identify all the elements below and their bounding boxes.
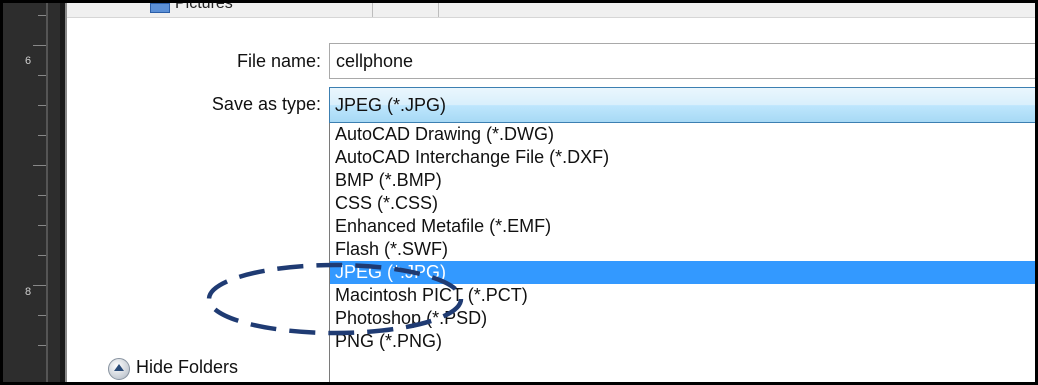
screenshot-frame: 6 8 Pictures File name: cellphone Save a… bbox=[3, 3, 1035, 382]
dropdown-option[interactable]: Enhanced Metafile (*.EMF) bbox=[330, 215, 1035, 238]
file-name-label: File name: bbox=[236, 51, 321, 71]
folder-icon bbox=[150, 3, 170, 13]
dropdown-option[interactable]: Photoshop (*.PSD) bbox=[330, 307, 1035, 330]
save-as-type-select[interactable]: JPEG (*.JPG) bbox=[329, 87, 1035, 123]
dropdown-option[interactable]: BMP (*.BMP) bbox=[330, 169, 1035, 192]
dropdown-option[interactable]: AutoCAD Drawing (*.DWG) bbox=[330, 123, 1035, 146]
dropdown-option[interactable]: JPEG (*.JPG) bbox=[330, 261, 1035, 284]
folder-label[interactable]: Pictures bbox=[175, 3, 233, 13]
ruler-mark: 8 bbox=[25, 286, 32, 298]
up-arrow-icon bbox=[108, 358, 130, 380]
file-name-input[interactable]: cellphone bbox=[329, 43, 1035, 79]
ruler-mark: 6 bbox=[25, 55, 32, 67]
vertical-ruler: 6 8 bbox=[3, 3, 65, 382]
save-as-type-label: Save as type: bbox=[211, 94, 321, 114]
dropdown-option[interactable]: CSS (*.CSS) bbox=[330, 192, 1035, 215]
dropdown-option[interactable]: Flash (*.SWF) bbox=[330, 238, 1035, 261]
file-type-dropdown-list[interactable]: AutoCAD Drawing (*.DWG) AutoCAD Interchan… bbox=[329, 123, 1035, 382]
dropdown-option[interactable]: Macintosh PICT (*.PCT) bbox=[330, 284, 1035, 307]
dropdown-option[interactable]: PNG (*.PNG) bbox=[330, 330, 1035, 353]
save-dialog: Pictures File name: cellphone Save as ty… bbox=[65, 3, 1035, 382]
hide-folders-label: Hide Folders bbox=[136, 357, 239, 377]
folder-toolbar: Pictures bbox=[67, 3, 1035, 18]
dropdown-option[interactable]: AutoCAD Interchange File (*.DXF) bbox=[330, 146, 1035, 169]
